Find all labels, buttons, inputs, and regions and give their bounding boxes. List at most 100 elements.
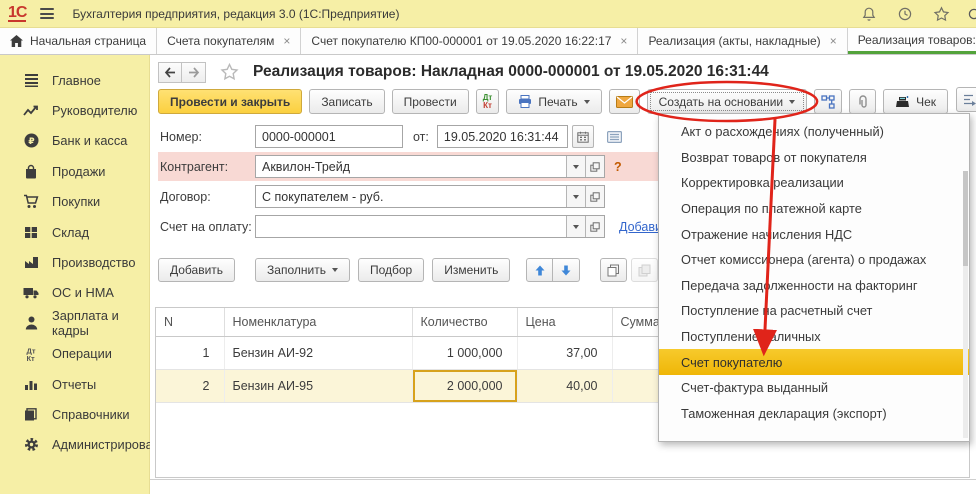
save-button[interactable]: Записать (309, 89, 384, 114)
add-row-button[interactable]: Добавить (158, 258, 235, 282)
menu-item-receipt-bank-account[interactable]: Поступление на расчетный счет (659, 298, 969, 324)
counterparty-input[interactable] (256, 156, 566, 177)
open-field-button[interactable] (585, 186, 604, 207)
move-down-button[interactable] (553, 258, 580, 282)
sidebar-item-fixed-assets[interactable]: ОС и НМА (0, 278, 149, 308)
dropdown-button[interactable] (566, 186, 585, 207)
sidebar-item-manager[interactable]: Руководителю (0, 95, 149, 125)
contract-input[interactable] (256, 186, 566, 207)
cell-qty-selected[interactable]: 2 000,000 (412, 369, 517, 402)
tab-realization-document[interactable]: Реализация товаров: Накладная 000 (848, 28, 976, 54)
pick-button[interactable]: Подбор (358, 258, 424, 282)
close-icon[interactable]: × (620, 34, 627, 48)
menu-item-receipt-cash[interactable]: Поступление наличных (659, 324, 969, 350)
menu-item-act-discrepancies[interactable]: Акт о расхождениях (полученный) (659, 119, 969, 145)
counterparty-field[interactable] (255, 155, 605, 178)
report-structure-button[interactable] (956, 87, 976, 112)
date-input[interactable] (437, 125, 568, 148)
dtkt-postings-button[interactable]: ДтКт (476, 89, 500, 114)
close-icon[interactable]: × (830, 34, 837, 48)
col-item[interactable]: Номенклатура (224, 308, 412, 336)
svg-text:₽: ₽ (28, 137, 34, 147)
menu-item-invoice-issued[interactable]: Счет-фактура выданный (659, 375, 969, 401)
cell-item[interactable]: Бензин АИ-92 (224, 336, 412, 369)
tab-label: Счет покупателю КП00-000001 от 19.05.202… (311, 34, 611, 48)
date-list-button[interactable] (604, 127, 626, 147)
menu-item-customs-declaration[interactable]: Таможенная декларация (экспорт) (659, 401, 969, 427)
dropdown-button[interactable] (566, 216, 585, 237)
invoice-input[interactable] (256, 216, 566, 237)
sidebar-item-bank-cash[interactable]: ₽ Банк и касса (0, 126, 149, 156)
post-and-close-button[interactable]: Провести и закрыть (158, 89, 302, 114)
check-button[interactable]: Чек (883, 89, 948, 114)
copy-icon (607, 264, 620, 277)
open-field-button[interactable] (585, 216, 604, 237)
menu-item-vat-accrual[interactable]: Отражение начисления НДС (659, 221, 969, 247)
tab-invoices-to-buyers[interactable]: Счета покупателям × (157, 28, 301, 54)
cell-qty[interactable]: 1 000,000 (412, 336, 517, 369)
sidebar-item-warehouse[interactable]: Склад (0, 217, 149, 247)
move-up-button[interactable] (526, 258, 553, 282)
open-field-button[interactable] (585, 156, 604, 177)
tab-invoice-kp00[interactable]: Счет покупателю КП00-000001 от 19.05.202… (301, 28, 638, 54)
sidebar-item-administration[interactable]: Администрирование (0, 430, 149, 460)
cell-n[interactable]: 1 (156, 336, 224, 369)
edit-button[interactable]: Изменить (432, 258, 510, 282)
menu-scrollbar[interactable] (963, 171, 968, 438)
number-input[interactable] (255, 125, 403, 148)
sidebar-item-operations[interactable]: ДтКт Операции (0, 339, 149, 369)
col-price[interactable]: Цена (517, 308, 612, 336)
notifications-bell-icon[interactable] (861, 6, 877, 22)
sidebar-item-reports[interactable]: Отчеты (0, 369, 149, 399)
sidebar-item-production[interactable]: Производство (0, 247, 149, 277)
tab-realization-list[interactable]: Реализация (акты, накладные) × (638, 28, 847, 54)
post-button[interactable]: Провести (392, 89, 469, 114)
cell-n[interactable]: 2 (156, 369, 224, 402)
close-icon[interactable]: × (283, 34, 290, 48)
sidebar-item-salary-hr[interactable]: Зарплата и кадры (0, 308, 149, 338)
menu-item-card-payment[interactable]: Операция по платежной карте (659, 196, 969, 222)
main-menu-burger-icon[interactable] (40, 8, 54, 19)
back-button[interactable] (158, 62, 182, 83)
dropdown-button[interactable] (566, 156, 585, 177)
fill-button[interactable]: Заполнить (255, 258, 350, 282)
tab-home[interactable]: Начальная страница (0, 28, 157, 54)
copy-button[interactable] (600, 258, 627, 282)
cell-price[interactable]: 40,00 (517, 369, 612, 402)
email-button[interactable] (609, 89, 640, 114)
sidebar-item-sales[interactable]: Продажи (0, 156, 149, 186)
star-outline-icon[interactable] (220, 63, 239, 81)
menu-item-correction-realization[interactable]: Корректировка реализации (659, 170, 969, 196)
sidebar-item-main[interactable]: Главное (0, 65, 149, 95)
cell-item[interactable]: Бензин АИ-95 (224, 369, 412, 402)
sidebar-item-label: Банк и касса (52, 133, 127, 148)
create-based-on-button[interactable]: Создать на основании (647, 89, 808, 114)
favorites-star-icon[interactable] (933, 6, 950, 22)
chevron-down-icon (573, 195, 579, 199)
sidebar-item-directories[interactable]: Справочники (0, 399, 149, 429)
col-qty[interactable]: Количество (412, 308, 517, 336)
calendar-button[interactable] (572, 125, 594, 148)
gear-icon (22, 437, 40, 452)
col-n[interactable]: N (156, 308, 224, 336)
cell-price[interactable]: 37,00 (517, 336, 612, 369)
invoice-field[interactable] (255, 215, 605, 238)
paste-button[interactable] (631, 258, 658, 282)
menu-item-return-goods[interactable]: Возврат товаров от покупателя (659, 145, 969, 171)
menu-item-commissioner-report[interactable]: Отчет комиссионера (агента) о продажах (659, 247, 969, 273)
print-button[interactable]: Печать (506, 89, 601, 114)
related-documents-button[interactable] (814, 89, 842, 114)
open-field-icon (590, 192, 600, 202)
contract-field[interactable] (255, 185, 605, 208)
forward-button[interactable] (182, 62, 206, 83)
search-icon[interactable] (967, 7, 976, 23)
arrow-up-icon (535, 265, 545, 276)
menu-item-factoring-transfer[interactable]: Передача задолженности на факторинг (659, 273, 969, 299)
shopping-cart-icon (22, 194, 40, 209)
sidebar-item-purchases[interactable]: Покупки (0, 187, 149, 217)
envelope-icon (616, 96, 633, 108)
help-question-mark[interactable]: ? (614, 160, 622, 174)
attachments-button[interactable] (849, 89, 876, 114)
menu-item-invoice-to-buyer[interactable]: Счет покупателю (659, 349, 969, 375)
history-icon[interactable] (897, 6, 913, 22)
